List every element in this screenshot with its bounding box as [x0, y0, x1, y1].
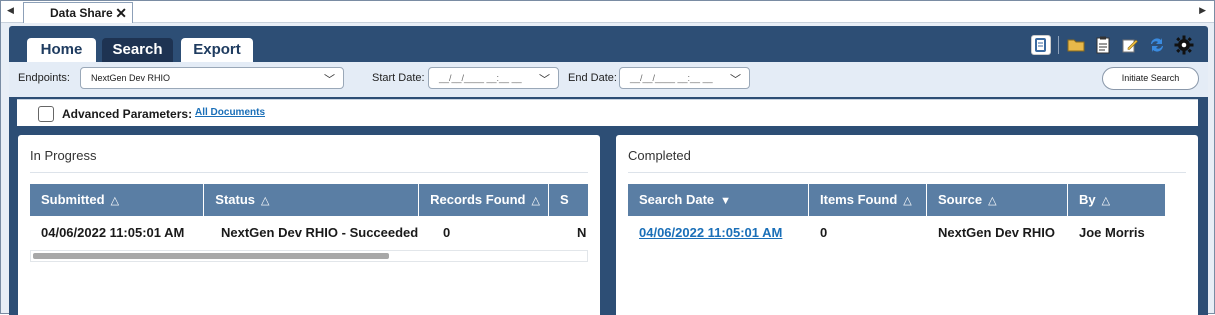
table-row[interactable]: 04/06/2022 11:05:01 AM NextGen Dev RHIO … — [30, 216, 588, 248]
column-header-source[interactable]: Source △ — [927, 184, 1068, 216]
cell-truncated: N — [577, 225, 587, 240]
column-label: S — [559, 192, 569, 207]
start-date-label: Start Date: — [372, 72, 425, 84]
scroll-right-icon[interactable]: ▶ — [1199, 5, 1206, 16]
grid-header: Search Date ▼ Items Found △ Source △ By △ — [628, 184, 1165, 216]
column-header-by[interactable]: By △ — [1068, 184, 1165, 216]
advanced-parameters-label: Advanced Parameters: — [62, 107, 193, 121]
close-icon[interactable]: ✕ — [115, 5, 127, 22]
panel-title: Completed — [628, 148, 691, 163]
column-header-records-found[interactable]: Records Found △ — [419, 184, 549, 216]
edit-icon[interactable] — [1120, 35, 1140, 55]
cell-search-date-link[interactable]: 04/06/2022 11:05:01 AM — [628, 216, 809, 248]
end-date-placeholder: __/__/____ __:__ __ — [630, 73, 713, 83]
folder-icon[interactable] — [1066, 35, 1086, 55]
sort-icon: △ — [903, 195, 912, 207]
chevron-down-icon: ﹀ — [730, 74, 741, 86]
tab-export[interactable]: Export — [181, 38, 253, 62]
notebook-icon[interactable] — [1031, 35, 1051, 55]
column-label: Search Date — [639, 192, 715, 207]
cell-submitted: 04/06/2022 11:05:01 AM — [41, 225, 185, 240]
end-date-label: End Date: — [568, 72, 617, 84]
document-tab-strip: ◀ Data Share ✕ ▶ — [1, 1, 1214, 23]
column-header-items-found[interactable]: Items Found △ — [809, 184, 927, 216]
in-progress-panel: In Progress Submitted △ Status △ Records F… — [18, 135, 600, 315]
end-date-field[interactable]: __/__/____ __:__ __ ﹀ — [619, 67, 750, 89]
column-header-truncated[interactable]: S — [549, 184, 588, 216]
refresh-icon[interactable] — [1147, 35, 1167, 55]
settings-icon[interactable] — [1174, 35, 1194, 55]
chevron-down-icon: ﹀ — [539, 74, 550, 86]
all-documents-link[interactable]: All Documents — [195, 107, 265, 118]
horizontal-scrollbar[interactable] — [30, 250, 588, 262]
start-date-placeholder: __/__/____ __:__ __ — [439, 73, 522, 83]
sort-icon: △ — [110, 195, 120, 207]
scrollbar-thumb[interactable] — [33, 253, 389, 259]
in-progress-grid: Submitted △ Status △ Records Found △ S 04/0… — [30, 184, 588, 248]
grid-header: Submitted △ Status △ Records Found △ S — [30, 184, 588, 216]
panel-title: In Progress — [30, 148, 97, 163]
tab-home[interactable]: Home — [27, 38, 96, 62]
doc-tab-data-share[interactable]: Data Share ✕ — [23, 2, 133, 23]
cell-items-found: 0 — [820, 225, 828, 240]
tab-search[interactable]: Search — [102, 38, 173, 62]
start-date-field[interactable]: __/__/____ __:__ __ ﹀ — [428, 67, 559, 89]
column-label: Source — [938, 192, 983, 207]
sort-icon: △ — [531, 195, 540, 207]
completed-grid: Search Date ▼ Items Found △ Source △ By △ 04… — [628, 184, 1165, 248]
column-label: Status — [215, 192, 256, 207]
divider — [628, 172, 1186, 173]
divider — [30, 172, 588, 173]
cell-records-found: 0 — [443, 225, 451, 240]
sort-icon: △ — [261, 195, 270, 207]
advanced-parameters-row: Advanced Parameters: All Documents — [17, 99, 1198, 126]
search-criteria-bar: Endpoints: NextGen Dev RHIO ﹀ Start Date… — [9, 62, 1208, 97]
column-label: Items Found — [820, 192, 898, 207]
chevron-down-icon: ﹀ — [324, 74, 335, 86]
sort-icon: △ — [988, 195, 997, 207]
advanced-parameters-checkbox[interactable] — [38, 106, 54, 122]
cell-source: NextGen Dev RHIO — [938, 225, 1056, 240]
scroll-left-icon[interactable]: ◀ — [7, 5, 14, 16]
column-header-status[interactable]: Status △ — [204, 184, 420, 216]
cell-by: Joe Morris — [1079, 225, 1145, 240]
sort-icon: △ — [1101, 195, 1111, 207]
clipboard-icon[interactable] — [1093, 35, 1113, 55]
column-header-search-date[interactable]: Search Date ▼ — [628, 184, 809, 216]
table-row[interactable]: 04/06/2022 11:05:01 AM 0 NextGen Dev RHI… — [628, 216, 1165, 248]
sort-descending-icon: ▼ — [720, 195, 732, 207]
initiate-search-button[interactable]: Initiate Search — [1102, 67, 1199, 90]
doc-tab-label: Data Share — [50, 6, 113, 20]
toolbar-divider — [1058, 36, 1059, 54]
completed-panel: Completed Search Date ▼ Items Found △ Sour… — [616, 135, 1198, 315]
endpoints-value: NextGen Dev RHIO — [91, 73, 171, 83]
column-header-submitted[interactable]: Submitted △ — [30, 184, 205, 216]
endpoints-select[interactable]: NextGen Dev RHIO ﹀ — [80, 67, 344, 89]
column-label: Records Found — [430, 192, 526, 207]
column-label: By — [1079, 192, 1096, 207]
cell-status: NextGen Dev RHIO - Succeeded — [221, 225, 419, 240]
endpoints-label: Endpoints: — [18, 72, 70, 84]
app-window: ◀ Data Share ✕ ▶ Home Search Export Endp… — [0, 0, 1215, 315]
column-label: Submitted — [41, 192, 105, 207]
toolbar — [1031, 34, 1194, 56]
